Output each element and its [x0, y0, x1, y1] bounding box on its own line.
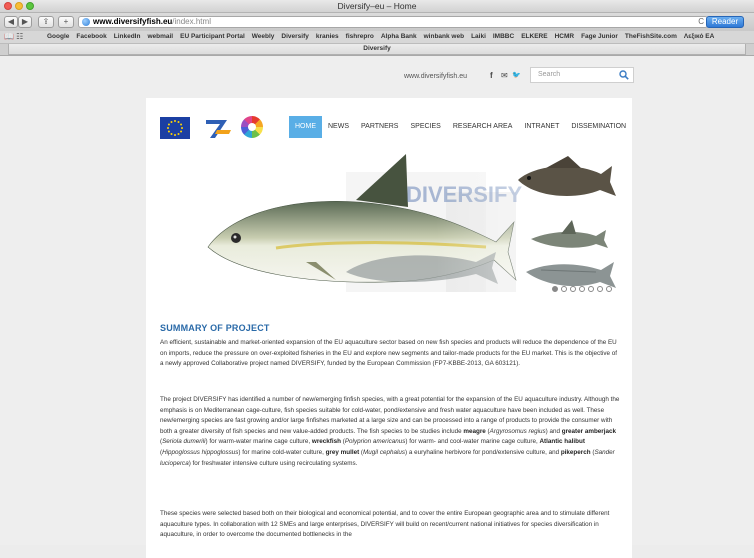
globe-icon — [82, 18, 90, 26]
share-button[interactable]: ⇪ — [38, 16, 54, 28]
bookmark-item[interactable]: Facebook — [76, 33, 106, 40]
site-topbar: www.diversifyfish.eu f ✉ 🐦 Search — [0, 56, 754, 94]
nav-item-news[interactable]: NEWS — [322, 116, 355, 138]
nav-item-partners[interactable]: PARTNERS — [355, 116, 404, 138]
site-url-text: www.diversifyfish.eu — [404, 73, 468, 80]
facebook-icon[interactable]: f — [490, 71, 493, 80]
slide-dot[interactable] — [552, 286, 558, 292]
tab-bar: Diversify — [0, 44, 754, 56]
nav-item-species[interactable]: SPECIES — [404, 116, 446, 138]
summary-paragraph-1: An efficient, sustainable and market-ori… — [160, 339, 617, 368]
slide-dot[interactable] — [579, 286, 585, 292]
nav-item-dissemination[interactable]: DISSEMINATION — [565, 116, 632, 138]
reload-icon[interactable]: C — [698, 17, 704, 27]
summary-title: SUMMARY OF PROJECT — [160, 323, 270, 333]
forward-button[interactable]: ▶ — [18, 16, 32, 28]
bookmark-item[interactable]: winbank web — [424, 33, 464, 40]
window-titlebar: Diversify–eu – Home — [0, 0, 754, 13]
main-nav: HOME NEWS PARTNERS SPECIES RESEARCH AREA INTR… — [289, 116, 632, 138]
content-panel: HOME NEWS PARTNERS SPECIES RESEARCH AREA INTR… — [146, 98, 632, 558]
address-bar[interactable]: www.diversifyfish.eu/index.html C — [78, 16, 708, 28]
tab-diversify[interactable]: Diversify — [8, 44, 746, 55]
nav-item-research-area[interactable]: RESEARCH AREA — [447, 116, 519, 138]
nav-item-home[interactable]: HOME — [289, 116, 322, 138]
web-page: www.diversifyfish.eu f ✉ 🐦 Search HOME NE… — [0, 56, 754, 558]
bookmark-item[interactable]: Weebly — [252, 33, 275, 40]
bookmark-item[interactable]: Alpha Bank — [381, 33, 417, 40]
bookmarks-bar: 📖 ☷ Google Facebook LinkedIn webmail EU Part… — [0, 31, 754, 44]
slide-dot[interactable] — [561, 286, 567, 292]
eu-flag-logo[interactable] — [160, 117, 190, 139]
window-title: Diversify–eu – Home — [337, 1, 417, 11]
url-text: www.diversifyfish.eu/index.html — [93, 17, 211, 26]
summary-paragraph-3: These species were selected based both o… — [160, 510, 610, 539]
bookmark-item[interactable]: TheFishSite.com — [625, 33, 677, 40]
diversify-wheel-logo[interactable] — [241, 116, 263, 138]
bookmarks-list: Google Facebook LinkedIn webmail EU Particip… — [47, 31, 721, 43]
bookmark-item[interactable]: Fage Junior — [581, 33, 618, 40]
slide-dot[interactable] — [570, 286, 576, 292]
search-input[interactable]: Search — [538, 71, 560, 78]
bookmark-item[interactable]: Google — [47, 33, 69, 40]
bookmark-item[interactable]: EU Participant Portal — [180, 33, 245, 40]
slideshow-pagination — [552, 286, 615, 292]
slide-dot[interactable] — [597, 286, 603, 292]
bookmark-item[interactable]: webmail — [147, 33, 173, 40]
bookmark-item[interactable]: Laiki — [471, 33, 486, 40]
new-tab-button[interactable]: + — [58, 16, 74, 28]
slide-dot[interactable] — [606, 286, 612, 292]
search-box[interactable]: Search — [530, 67, 634, 83]
bookmark-item[interactable]: LinkedIn — [114, 33, 141, 40]
fp7-logo[interactable] — [203, 116, 233, 140]
nav-item-intranet[interactable]: INTRANET — [518, 116, 565, 138]
browser-toolbar: ◀ ▶ ⇪ + www.diversifyfish.eu/index.html … — [0, 13, 754, 31]
email-icon[interactable]: ✉ — [501, 71, 508, 80]
bookmark-item[interactable]: ELKERE — [521, 33, 547, 40]
eu-stars-icon — [167, 120, 183, 136]
reader-button[interactable]: Reader — [706, 16, 744, 28]
bookmark-item[interactable]: kranies — [316, 33, 339, 40]
bookmark-item[interactable]: fishrepro — [346, 33, 374, 40]
slide-dot[interactable] — [588, 286, 594, 292]
back-button[interactable]: ◀ — [4, 16, 18, 28]
bookmark-item[interactable]: Diversify — [281, 33, 308, 40]
bookmark-item[interactable]: IMBBC — [493, 33, 514, 40]
search-icon[interactable] — [619, 70, 629, 80]
summary-paragraph-2: The project DIVERSIFY has identified a n… — [160, 396, 620, 467]
bookmarks-icons[interactable]: 📖 ☷ — [4, 31, 23, 43]
bookmark-item[interactable]: HCMR — [555, 33, 575, 40]
twitter-icon[interactable]: 🐦 — [512, 71, 521, 79]
bookmark-item[interactable]: Λεξικό ΕΑ — [684, 33, 714, 40]
banner-slideshow: DIVERSIFY — [196, 152, 622, 302]
